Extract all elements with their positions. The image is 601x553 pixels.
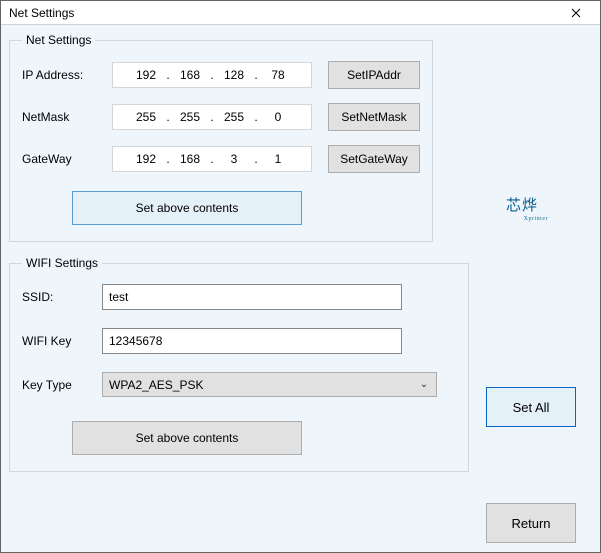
set-gateway-button[interactable]: SetGateWay (328, 145, 420, 173)
mask-octet-4[interactable] (259, 109, 297, 125)
netmask-input[interactable]: . . . (112, 104, 312, 130)
set-ip-button[interactable]: SetIPAddr (328, 61, 420, 89)
ssid-label: SSID: (22, 290, 102, 304)
ip-row: IP Address: . . . SetIPAddr (22, 61, 420, 89)
mask-octet-3[interactable] (215, 109, 253, 125)
key-type-value: WPA2_AES_PSK (109, 378, 418, 392)
wifi-settings-group: WIFI Settings SSID: WIFI Key Key Type WP… (9, 256, 469, 472)
brand-logo-cn: 芯烨 (506, 199, 548, 214)
ip-label: IP Address: (22, 68, 112, 82)
close-icon (571, 8, 581, 18)
wifi-key-input[interactable] (102, 328, 402, 354)
mask-octet-1[interactable] (127, 109, 165, 125)
mask-octet-2[interactable] (171, 109, 209, 125)
return-button[interactable]: Return (486, 503, 576, 543)
key-type-select[interactable]: WPA2_AES_PSK ⌄ (102, 372, 437, 397)
set-netmask-button[interactable]: SetNetMask (328, 103, 420, 131)
ip-octet-3[interactable] (215, 67, 253, 83)
gateway-input[interactable]: . . . (112, 146, 312, 172)
ip-input[interactable]: . . . (112, 62, 312, 88)
net-settings-legend: Net Settings (22, 33, 95, 47)
gateway-label: GateWay (22, 152, 112, 166)
wifi-key-row: WIFI Key (22, 328, 456, 354)
ip-octet-1[interactable] (127, 67, 165, 83)
gw-octet-3[interactable] (215, 151, 253, 167)
ip-octet-2[interactable] (171, 67, 209, 83)
ssid-row: SSID: (22, 284, 456, 310)
gw-octet-4[interactable] (259, 151, 297, 167)
key-type-row: Key Type WPA2_AES_PSK ⌄ (22, 372, 456, 397)
wifi-key-label: WIFI Key (22, 334, 102, 348)
wifi-set-above-button[interactable]: Set above contents (72, 421, 302, 455)
netmask-row: NetMask . . . SetNetMask (22, 103, 420, 131)
brand-logo: 芯烨 Xprinter (506, 199, 548, 233)
close-button[interactable] (556, 2, 596, 24)
client-area: Net Settings IP Address: . . . SetIPAddr… (1, 25, 600, 552)
net-set-above-button[interactable]: Set above contents (72, 191, 302, 225)
chevron-down-icon: ⌄ (418, 379, 430, 390)
key-type-label: Key Type (22, 378, 102, 392)
gw-octet-1[interactable] (127, 151, 165, 167)
net-settings-group: Net Settings IP Address: . . . SetIPAddr… (9, 33, 433, 242)
gateway-row: GateWay . . . SetGateWay (22, 145, 420, 173)
wifi-settings-legend: WIFI Settings (22, 256, 102, 270)
window-title: Net Settings (9, 6, 556, 20)
ssid-input[interactable] (102, 284, 402, 310)
netmask-label: NetMask (22, 110, 112, 124)
titlebar: Net Settings (1, 1, 600, 25)
window: Net Settings Net Settings IP Address: . … (0, 0, 601, 553)
set-all-button[interactable]: Set All (486, 387, 576, 427)
brand-logo-sub: Xprinter (506, 216, 548, 222)
gw-octet-2[interactable] (171, 151, 209, 167)
ip-octet-4[interactable] (259, 67, 297, 83)
